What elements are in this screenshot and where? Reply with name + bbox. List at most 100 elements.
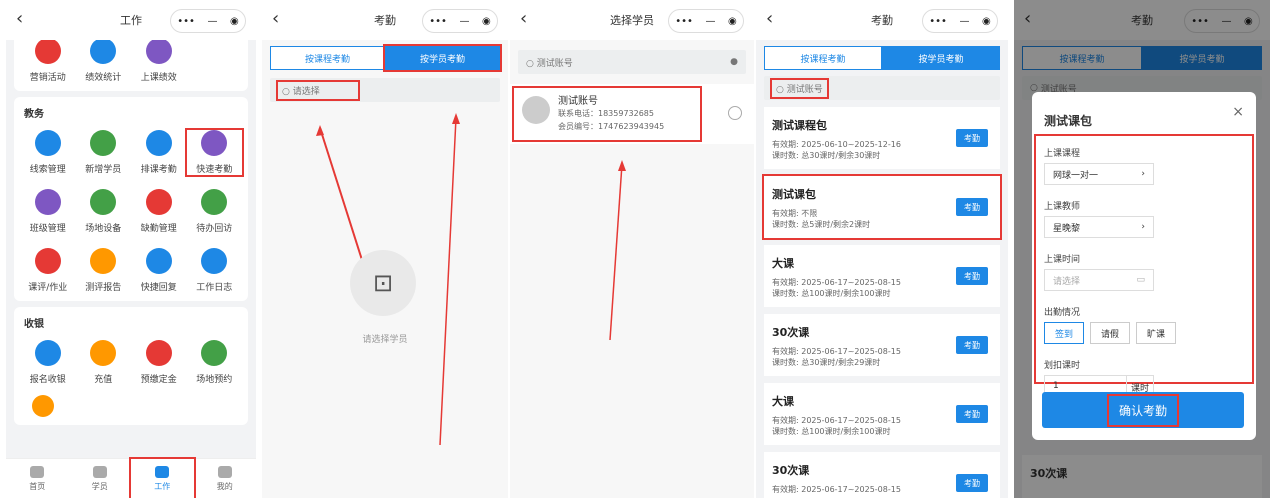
app-item[interactable]: 线索管理	[20, 130, 76, 175]
app-label: 绩效统计	[85, 73, 122, 83]
app-icon	[201, 248, 228, 274]
app-icon	[145, 189, 172, 215]
attend-button[interactable]: 考勤	[956, 129, 988, 147]
close-icon[interactable]: ×	[1232, 104, 1244, 120]
panel-attendance-modal: ‹ 考勤 ••• — ◉ 按课程考勤 按学员考勤 ○ 测试账号 30次课 测试课包 …	[1014, 0, 1270, 498]
app-icon	[90, 189, 117, 215]
confirm-attendance-button[interactable]: 确认考勤	[1042, 392, 1244, 428]
tab-icon	[92, 465, 107, 478]
teacher-value: 星晚黎	[1053, 223, 1081, 234]
app-item[interactable]: 快捷回复	[131, 248, 187, 293]
app-icon	[90, 38, 117, 64]
panel-select-student: ‹ 选择学员 ••• — ◉ ○ 测试账号 ● 测试账号 联系电话：18359732…	[510, 0, 754, 498]
back-icon[interactable]: ‹	[766, 8, 773, 29]
attend-button[interactable]: 考勤	[956, 336, 988, 354]
back-icon[interactable]: ‹	[16, 8, 23, 29]
more-icon[interactable]: •••	[929, 16, 947, 27]
attend-button[interactable]: 考勤	[956, 405, 988, 423]
app-item[interactable]: 报名收银	[20, 340, 76, 385]
option-leave[interactable]: 请假	[1090, 322, 1130, 344]
course-select[interactable]: 网球一对一 ›	[1044, 163, 1154, 185]
app-icon	[201, 189, 228, 215]
tab-icon	[217, 465, 232, 478]
minimize-icon[interactable]: —	[207, 16, 217, 27]
option-signin[interactable]: 签到	[1044, 322, 1084, 344]
course-label: 上课课程	[1044, 149, 1081, 159]
chevron-right-icon: ›	[1141, 222, 1145, 232]
deduct-label: 划扣课时	[1044, 361, 1081, 371]
app-item[interactable]: 测评报告	[76, 248, 132, 293]
app-item[interactable]: 待办回访	[187, 189, 243, 234]
more-app-icon[interactable]	[32, 395, 54, 417]
attend-button[interactable]: 考勤	[956, 198, 988, 216]
app-icon	[145, 38, 172, 64]
attend-button[interactable]: 考勤	[956, 267, 988, 285]
option-absent[interactable]: 旷课	[1136, 322, 1176, 344]
attendance-label: 出勤情况	[1044, 308, 1081, 318]
tab-item[interactable]: 我的	[194, 459, 257, 498]
app-icon	[145, 248, 172, 274]
tab-icon	[30, 465, 45, 478]
app-item[interactable]: 预缴定金	[131, 340, 187, 385]
tab-item[interactable]: 工作	[129, 457, 196, 498]
attend-button[interactable]: 考勤	[956, 474, 988, 492]
contact-book-icon: ⊡	[350, 250, 416, 316]
time-placeholder: 请选择	[1053, 276, 1081, 287]
app-icon	[90, 340, 117, 366]
course-hours: 课时数: 总5课时/剩余2课时	[772, 220, 871, 229]
tab-label: 首页	[29, 481, 46, 491]
close-icon[interactable]: ◉	[230, 16, 239, 27]
app-icon	[201, 130, 228, 156]
app-icon	[145, 130, 172, 156]
app-label: 预缴定金	[140, 375, 177, 385]
attendance-options: 签到 请假 旷课	[1044, 322, 1256, 344]
app-item[interactable]: 新增学员	[76, 130, 132, 175]
app-label: 待办回访	[196, 224, 233, 234]
tab-by-student[interactable]: 按学员考勤	[882, 46, 1000, 70]
attendance-modal: 测试课包 × 上课课程 网球一对一 › 上课教师 星晚黎 › 上课时间 请选择 ▭ 出…	[1032, 92, 1256, 440]
app-item[interactable]: 缺勤管理	[131, 189, 187, 234]
app-label: 工作日志	[196, 283, 233, 293]
app-label: 课评/作业	[28, 283, 68, 293]
tab-item[interactable]: 学员	[69, 459, 132, 498]
app-label: 场地预约	[196, 375, 233, 385]
app-item[interactable]: 上课绩效	[131, 38, 187, 83]
teacher-select[interactable]: 星晚黎 ›	[1044, 216, 1154, 238]
close-icon[interactable]: ◉	[982, 16, 991, 27]
course-card: 30次课 有效期: 2025-06-17~2025-08-15 课时数: 总30课时…	[764, 314, 1000, 376]
search-value: 测试账号	[786, 84, 823, 95]
chevron-right-icon: ›	[1141, 169, 1145, 179]
more-icon[interactable]: •••	[177, 16, 195, 27]
app-item[interactable]: 排课考勤	[131, 130, 187, 175]
app-label: 快速考勤	[196, 165, 233, 175]
app-label: 缺勤管理	[140, 224, 177, 234]
app-item[interactable]: 绩效统计	[76, 38, 132, 83]
tab-label: 学员	[91, 481, 108, 491]
minimize-icon[interactable]: —	[959, 16, 969, 27]
app-item[interactable]: 课评/作业	[20, 248, 76, 293]
mini-capsule[interactable]: ••• — ◉	[170, 9, 246, 33]
section-title: 教务	[24, 109, 44, 120]
tab-label: 我的	[216, 481, 233, 491]
search-icon: ○	[776, 84, 784, 95]
app-item[interactable]: 快速考勤	[184, 128, 244, 177]
panel-attendance-empty: ‹ 考勤 ••• — ◉ 按课程考勤 按学员考勤 ○ 请选择 ⊡ 请选择学员	[262, 0, 508, 498]
page-title: 工作	[120, 14, 142, 27]
tab-by-course[interactable]: 按课程考勤	[764, 46, 882, 70]
app-item[interactable]: 营销活动	[20, 38, 76, 83]
mini-capsule[interactable]: ••• — ◉	[922, 9, 998, 33]
tab-item[interactable]: 首页	[6, 459, 69, 498]
app-item[interactable]: 场地设备	[76, 189, 132, 234]
app-label: 场地设备	[85, 224, 122, 234]
student-search-field[interactable]: ○ 测试账号	[764, 76, 1000, 100]
app-item[interactable]: 班级管理	[20, 189, 76, 234]
app-item[interactable]: 场地预约	[187, 340, 243, 385]
app-item[interactable]: 充值	[76, 340, 132, 385]
course-list: 测试课程包 有效期: 2025-06-10~2025-12-16 课时数: 总30课…	[756, 107, 1008, 498]
search-wrap[interactable]: ○ 测试账号	[770, 77, 829, 99]
app-label: 班级管理	[29, 224, 66, 234]
time-picker[interactable]: 请选择 ▭	[1044, 269, 1154, 291]
app-item[interactable]: 工作日志	[187, 248, 243, 293]
app-label: 报名收银	[29, 375, 66, 385]
app-icon	[90, 130, 117, 156]
